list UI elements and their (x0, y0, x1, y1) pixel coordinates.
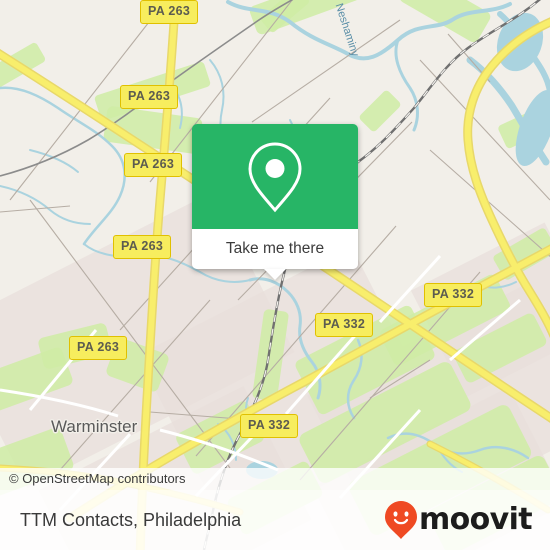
osm-attribution[interactable]: © OpenStreetMap contributors (0, 468, 550, 490)
place-label-warminster: Warminster (51, 417, 138, 436)
popup-header (192, 124, 358, 229)
popup-action[interactable]: Take me there (192, 229, 358, 280)
road-shield-pa-263[interactable]: PA 263 (113, 235, 172, 259)
page-title: TTM Contacts, Philadelphia (20, 509, 242, 530)
road-shield-pa-263[interactable]: PA 263 (120, 85, 179, 109)
map-pin-icon (248, 141, 302, 212)
road-shield-pa-263[interactable]: PA 263 (140, 0, 199, 24)
footer-bar: TTM Contacts, Philadelphia moovit (0, 490, 550, 550)
moovit-logo[interactable]: moovit (384, 501, 533, 539)
road-shield-pa-263[interactable]: PA 263 (69, 336, 128, 360)
road-shield-pa-332[interactable]: PA 332 (424, 283, 483, 307)
moovit-wordmark: moovit (418, 502, 533, 537)
road-shield-pa-263[interactable]: PA 263 (124, 153, 183, 177)
road-shield-pa-332[interactable]: PA 332 (315, 313, 374, 337)
popup-pointer (264, 269, 286, 280)
moovit-smiley-pin-icon (384, 501, 417, 539)
take-me-there-label: Take me there (225, 240, 325, 257)
map-screenshot: Neshaminy Warminster PA 263 PA 263 PA 26… (0, 0, 550, 550)
map-popup-card[interactable]: Take me there (192, 124, 358, 280)
road-shield-pa-332[interactable]: PA 332 (240, 414, 299, 438)
